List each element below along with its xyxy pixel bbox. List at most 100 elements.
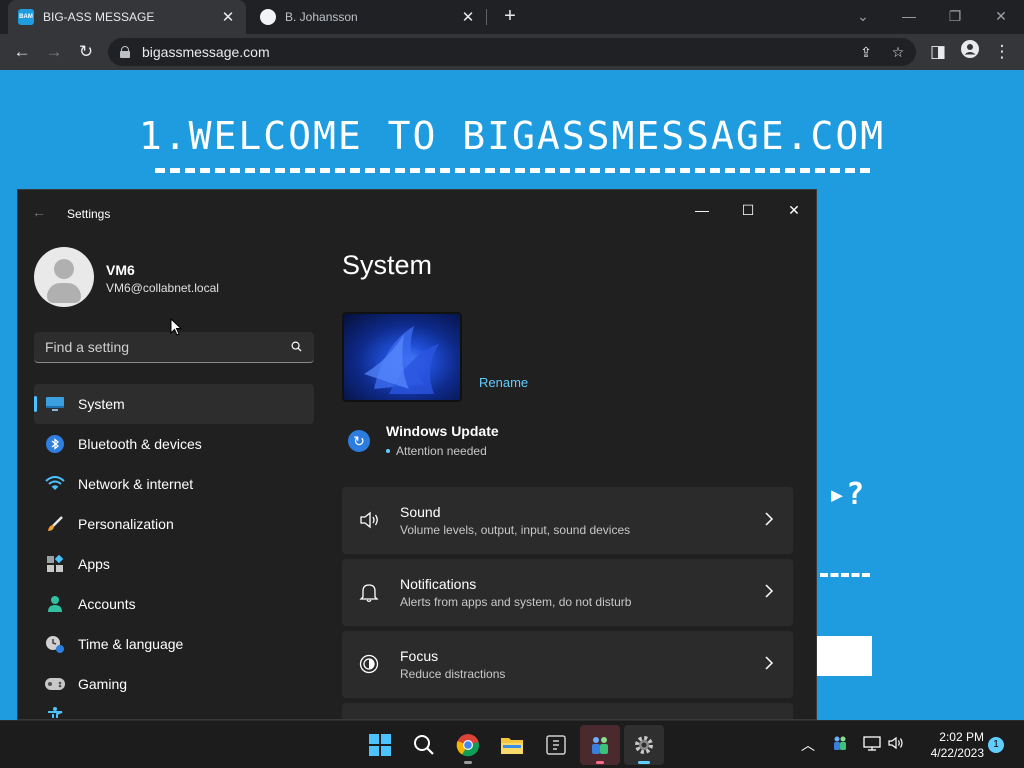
card-title: Sound	[400, 504, 441, 520]
forward-arrow-icon[interactable]: →	[42, 40, 66, 64]
user-avatar[interactable]	[34, 247, 94, 307]
tab-b-johansson[interactable]: B. Johansson ✕	[250, 0, 486, 34]
settings-card-notifications[interactable]: Notifications Alerts from apps and syste…	[342, 559, 793, 626]
heading-dashed-divider	[155, 168, 870, 178]
running-indicator	[464, 761, 472, 764]
desktop-wallpaper-thumbnail	[342, 312, 462, 402]
nav-item-network[interactable]: Network & internet	[34, 464, 314, 504]
tab-close-icon[interactable]: ✕	[460, 8, 476, 26]
network-icon	[44, 473, 66, 495]
settings-back-icon[interactable]: ←	[32, 204, 46, 220]
gaming-icon	[44, 673, 66, 695]
nav-item-label: System	[78, 396, 125, 412]
volume-icon[interactable]	[886, 735, 906, 755]
nav-item-label: Network & internet	[78, 476, 194, 492]
bloom-wallpaper-icon	[364, 326, 439, 394]
windows-update-status: Attention needed	[396, 444, 487, 458]
card-subtitle: Alerts from apps and system, do not dist…	[400, 595, 632, 609]
settings-card-sound[interactable]: Sound Volume levels, output, input, soun…	[342, 487, 793, 554]
sound-icon	[360, 511, 378, 529]
network-status-icon[interactable]	[862, 735, 882, 755]
restore-icon[interactable]: ❐	[940, 5, 970, 27]
nav-item-accessibility-partial[interactable]	[34, 704, 314, 718]
settings-minimize-icon[interactable]: —	[682, 196, 722, 224]
nav-item-time-language[interactable]: Time & language	[34, 624, 314, 664]
find-setting-input[interactable]	[34, 332, 284, 362]
nav-item-system[interactable]: System	[34, 384, 314, 424]
windows-update-title[interactable]: Windows Update	[386, 423, 499, 439]
focus-icon	[359, 654, 379, 674]
address-bar[interactable]: bigassmessage.com ⇪ ☆	[108, 38, 916, 66]
search-icon	[414, 735, 434, 755]
taskbar-search-button[interactable]	[404, 725, 444, 765]
tab-title: BIG-ASS MESSAGE	[43, 10, 155, 24]
partial-question-text: ▸?	[828, 477, 864, 512]
chevron-right-icon	[765, 512, 774, 526]
nav-item-gaming[interactable]: Gaming	[34, 664, 314, 704]
taskbar-file-explorer[interactable]	[492, 725, 532, 765]
settings-search-box[interactable]	[34, 332, 314, 363]
settings-maximize-icon[interactable]: ☐	[728, 196, 768, 224]
nav-item-bluetooth[interactable]: Bluetooth & devices	[34, 424, 314, 464]
tab-favicon-icon	[260, 9, 276, 25]
tray-app-icon[interactable]	[830, 735, 850, 755]
browser-tab-bar: BAM BIG-ASS MESSAGE ✕ B. Johansson ✕ + ⌄…	[0, 0, 1024, 34]
start-button[interactable]	[360, 725, 400, 765]
personalization-icon	[44, 513, 66, 535]
people-app-icon	[592, 737, 608, 754]
taskbar-clock[interactable]: 2:02 PM 4/22/2023	[914, 729, 984, 761]
taskbar-task-view[interactable]	[536, 725, 576, 765]
settings-card-partial[interactable]	[342, 703, 793, 719]
folder-icon	[501, 738, 523, 754]
tab-bigassmessage[interactable]: BAM BIG-ASS MESSAGE ✕	[8, 0, 246, 34]
clock-date: 4/22/2023	[930, 746, 984, 760]
profile-icon[interactable]	[958, 40, 982, 64]
bluetooth-icon	[44, 433, 66, 455]
settings-close-icon[interactable]: ✕	[774, 196, 814, 224]
rename-link[interactable]: Rename	[479, 375, 528, 390]
menu-kebab-icon[interactable]: ⋮	[990, 40, 1014, 64]
lock-icon[interactable]	[120, 46, 130, 58]
tab-separator	[486, 9, 487, 25]
status-dot-icon	[386, 449, 390, 453]
message-input[interactable]	[815, 636, 872, 676]
windows-update-icon[interactable]: ↻	[348, 430, 370, 452]
clock-time: 2:02 PM	[939, 730, 984, 744]
page-dashed-divider	[820, 573, 870, 577]
address-url[interactable]: bigassmessage.com	[142, 44, 270, 60]
close-icon[interactable]: ✕	[986, 5, 1016, 27]
bookmark-star-icon[interactable]: ☆	[888, 42, 908, 62]
page-title: System	[342, 250, 433, 280]
nav-item-label: Personalization	[78, 516, 174, 532]
nav-item-personalization[interactable]: Personalization	[34, 504, 314, 544]
bell-icon	[359, 584, 379, 603]
nav-item-apps[interactable]: Apps	[34, 544, 314, 584]
browser-toolbar: ← → ↻ bigassmessage.com ⇪ ☆ ◨ ⋮	[0, 34, 1024, 70]
taskbar-settings[interactable]	[624, 725, 664, 765]
nav-item-label: Gaming	[78, 676, 128, 692]
settings-window-title: Settings	[67, 207, 111, 221]
share-icon[interactable]: ⇪	[856, 42, 876, 62]
back-arrow-icon[interactable]: ←	[10, 40, 34, 64]
apps-icon	[44, 553, 66, 575]
show-hidden-icons-chevron-icon[interactable]: ︿	[798, 735, 818, 755]
question-mark-text: ?	[846, 477, 865, 512]
notification-count-badge[interactable]: 1	[988, 737, 1004, 753]
tab-title: B. Johansson	[285, 10, 358, 24]
profile-name: VM6	[106, 262, 135, 278]
taskbar-chrome[interactable]	[448, 725, 488, 765]
taskbar-teams-app[interactable]	[580, 725, 620, 765]
play-arrow-icon: ▸	[828, 477, 847, 512]
chrome-icon	[456, 734, 480, 757]
bam-favicon-icon: BAM	[18, 9, 34, 25]
reload-icon[interactable]: ↻	[74, 40, 98, 64]
tab-close-icon[interactable]: ✕	[220, 8, 236, 26]
tab-search-chevron-icon[interactable]: ⌄	[848, 5, 878, 27]
search-icon[interactable]	[291, 341, 302, 352]
nav-item-accounts[interactable]: Accounts	[34, 584, 314, 624]
new-tab-button[interactable]: +	[498, 5, 522, 29]
card-title: Notifications	[400, 576, 477, 592]
side-panel-icon[interactable]: ◨	[926, 40, 950, 64]
minimize-icon[interactable]: —	[894, 5, 924, 27]
settings-card-focus[interactable]: Focus Reduce distractions	[342, 631, 793, 698]
